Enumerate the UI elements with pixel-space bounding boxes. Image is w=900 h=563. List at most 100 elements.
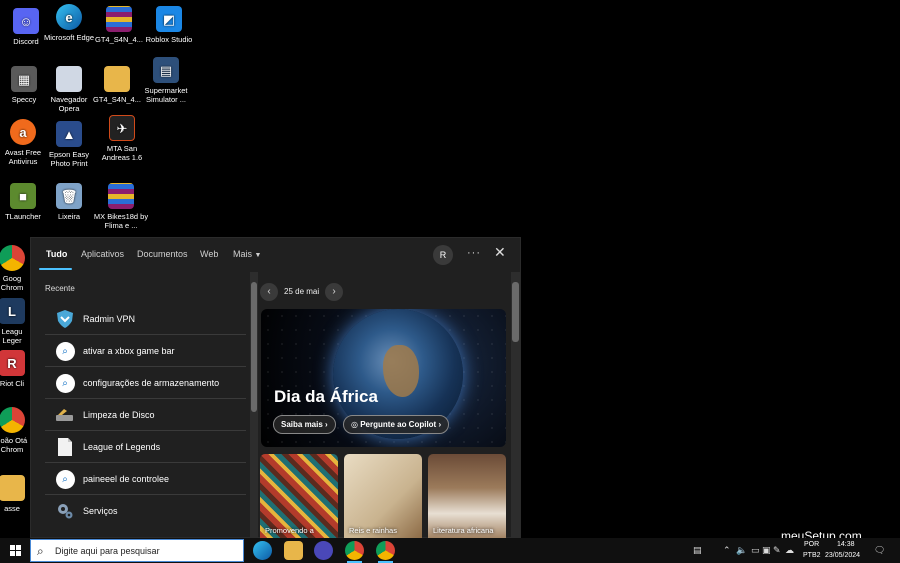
- notifications-icon[interactable]: 🗨: [874, 545, 885, 556]
- disk-cleanup-icon: [55, 405, 75, 425]
- edge-icon: e: [56, 4, 82, 30]
- volume-icon[interactable]: 🔈: [736, 545, 747, 556]
- news-widget-icon[interactable]: ▤: [693, 545, 702, 556]
- tlauncher-icon: ■: [10, 183, 36, 209]
- roblox-studio-icon: ◩: [156, 6, 182, 32]
- opera-window-icon: [56, 66, 82, 92]
- desktop-icon-microsoft-edge[interactable]: e Microsoft Edge: [41, 4, 97, 42]
- chevron-left-icon[interactable]: ‹: [260, 283, 278, 301]
- folder-icon: [0, 475, 25, 501]
- services-gear-icon: [55, 501, 75, 521]
- chevron-right-icon: ›: [325, 420, 328, 429]
- winrar-icon: [106, 6, 132, 32]
- tab-web[interactable]: Web: [200, 249, 218, 259]
- hero-title: Dia da África: [274, 387, 378, 406]
- chrome-profile-taskbar-icon[interactable]: [376, 541, 395, 563]
- recent-item-radmin-vpn[interactable]: Radmin VPN: [45, 303, 246, 335]
- supermarket-simulator-icon: ▤: [153, 57, 179, 83]
- desktop-icon-recycle-bin[interactable]: 🗑 Lixeira: [41, 183, 97, 221]
- clock-time[interactable]: 14:38: [837, 541, 855, 548]
- desktop-icon-assets[interactable]: asse: [0, 475, 32, 513]
- tab-more[interactable]: Mais ▼: [233, 249, 261, 259]
- search-icon: ⌕: [55, 469, 75, 489]
- chrome-icon: [0, 245, 25, 271]
- network-icon[interactable]: ▭: [751, 545, 760, 556]
- pen-icon[interactable]: ✎: [773, 545, 781, 556]
- chrome-icon: [0, 407, 25, 433]
- desktop-icon-mta[interactable]: ✈ MTA San Andreas 1.6: [94, 115, 150, 162]
- hero-card[interactable]: Dia da África Saiba mais › ◎ Pergunte ao…: [261, 309, 506, 447]
- discord-icon: ☺: [13, 8, 39, 34]
- search-icon: ⌕: [37, 544, 44, 558]
- recent-item-search[interactable]: ⌕ configurações de armazenamento: [45, 367, 246, 399]
- left-scrollbar[interactable]: [250, 272, 258, 538]
- desktop-icon-mx-bikes[interactable]: MX Bikes18d by Flima e ...: [93, 183, 149, 230]
- ask-copilot-button[interactable]: ◎ Pergunte ao Copilot ›: [343, 415, 450, 434]
- desktop-icon-supermarket-simulator[interactable]: ▤ Supermarket Simulator ...: [138, 57, 194, 104]
- desktop-icon-gt4-rar[interactable]: GT4_S4N_4...: [91, 6, 147, 44]
- search-tabs: Tudo Aplicativos Documentos Web Mais ▼ R…: [31, 238, 520, 272]
- scroll-thumb[interactable]: [251, 282, 257, 412]
- recent-item-services[interactable]: Serviços: [45, 495, 246, 527]
- recent-item-search[interactable]: ⌕ paineeel de controlee: [45, 463, 246, 495]
- clock-date[interactable]: 23/05/2024: [825, 552, 860, 559]
- search-icon: ⌕: [55, 341, 75, 361]
- recent-heading: Recente: [45, 284, 75, 293]
- search-panel: Tudo Aplicativos Documentos Web Mais ▼ R…: [30, 237, 521, 539]
- winrar-icon: [108, 183, 134, 209]
- cloud-icon[interactable]: ☁: [785, 545, 794, 556]
- edge-taskbar-icon[interactable]: [253, 541, 272, 560]
- device-icon[interactable]: ▣: [762, 545, 771, 556]
- search-icon: ⌕: [55, 373, 75, 393]
- desktop-icon-epson[interactable]: ▲ Epson Easy Photo Print: [41, 121, 97, 168]
- recent-item-disk-cleanup[interactable]: Limpeza de Disco: [45, 399, 246, 431]
- document-icon: [55, 437, 75, 457]
- recent-item-search[interactable]: ⌕ ativar a xbox game bar: [45, 335, 246, 367]
- topic-card[interactable]: Reis e rainhas: [344, 454, 422, 539]
- chrome-taskbar-icon[interactable]: [345, 541, 364, 563]
- desktop-icon-joao-chrome[interactable]: João Otá Chrom: [0, 407, 32, 454]
- desktop-icon-riot-client[interactable]: R Riot Cli: [0, 350, 32, 388]
- media-player-icon[interactable]: [314, 541, 333, 560]
- learn-more-button[interactable]: Saiba mais ›: [273, 415, 336, 434]
- recycle-bin-icon: 🗑: [56, 183, 82, 209]
- close-icon[interactable]: ✕: [494, 244, 506, 261]
- league-icon: L: [0, 298, 25, 324]
- recent-list: Recente Radmin VPN ⌕ ativar a xbox game …: [45, 284, 246, 527]
- desktop-icon-google-chrome[interactable]: Goog Chrom: [0, 245, 32, 292]
- chevron-right-icon[interactable]: ›: [325, 283, 343, 301]
- radmin-vpn-icon: [55, 309, 75, 329]
- file-explorer-icon[interactable]: [284, 541, 303, 560]
- topic-card[interactable]: Promovendo a: [260, 454, 338, 539]
- chat-bubble-icon: ◎: [351, 420, 358, 429]
- caret-down-icon: ▼: [254, 252, 262, 259]
- tab-apps[interactable]: Aplicativos: [81, 249, 124, 259]
- more-options-icon[interactable]: ···: [467, 247, 481, 259]
- right-scrollbar[interactable]: [511, 272, 520, 538]
- chevron-right-icon: ›: [438, 420, 442, 429]
- scroll-thumb[interactable]: [512, 282, 519, 342]
- language-code[interactable]: POR: [804, 541, 819, 548]
- date-label: 25 de mai: [284, 287, 320, 296]
- keyboard-layout[interactable]: PTB2: [803, 552, 821, 559]
- speccy-icon: ▦: [11, 66, 37, 92]
- taskbar-search-box[interactable]: ⌕ Digite aqui para pesquisar: [30, 539, 244, 562]
- system-tray: ▤ ⌃ 🔈 ▭ ▣ ✎ ☁ POR PTB2 14:38 23/05/2024 …: [690, 538, 900, 563]
- tab-all[interactable]: Tudo: [46, 249, 67, 259]
- epson-icon: ▲: [56, 121, 82, 147]
- active-tab-indicator: [39, 268, 72, 270]
- tab-documents[interactable]: Documentos: [137, 249, 188, 259]
- topic-card[interactable]: Literatura africana: [428, 454, 506, 539]
- chevron-up-icon[interactable]: ⌃: [723, 545, 731, 556]
- windows-start-icon[interactable]: [10, 545, 21, 556]
- taskbar: ⌕ Digite aqui para pesquisar ▤ ⌃ 🔈 ▭ ▣ ✎…: [0, 538, 900, 563]
- riot-icon: R: [0, 350, 25, 376]
- user-avatar[interactable]: R: [433, 245, 453, 265]
- mta-icon: ✈: [109, 115, 135, 141]
- desktop-icon-gt4-folder[interactable]: GT4_S4N_4...: [89, 66, 145, 104]
- desktop-icon-roblox-studio[interactable]: ◩ Roblox Studio: [141, 6, 197, 44]
- avast-icon: a: [10, 119, 36, 145]
- recent-item-league-of-legends[interactable]: League of Legends: [45, 431, 246, 463]
- folder-icon: [104, 66, 130, 92]
- desktop-icon-league-of-legends[interactable]: L Leagu Leger: [0, 298, 32, 345]
